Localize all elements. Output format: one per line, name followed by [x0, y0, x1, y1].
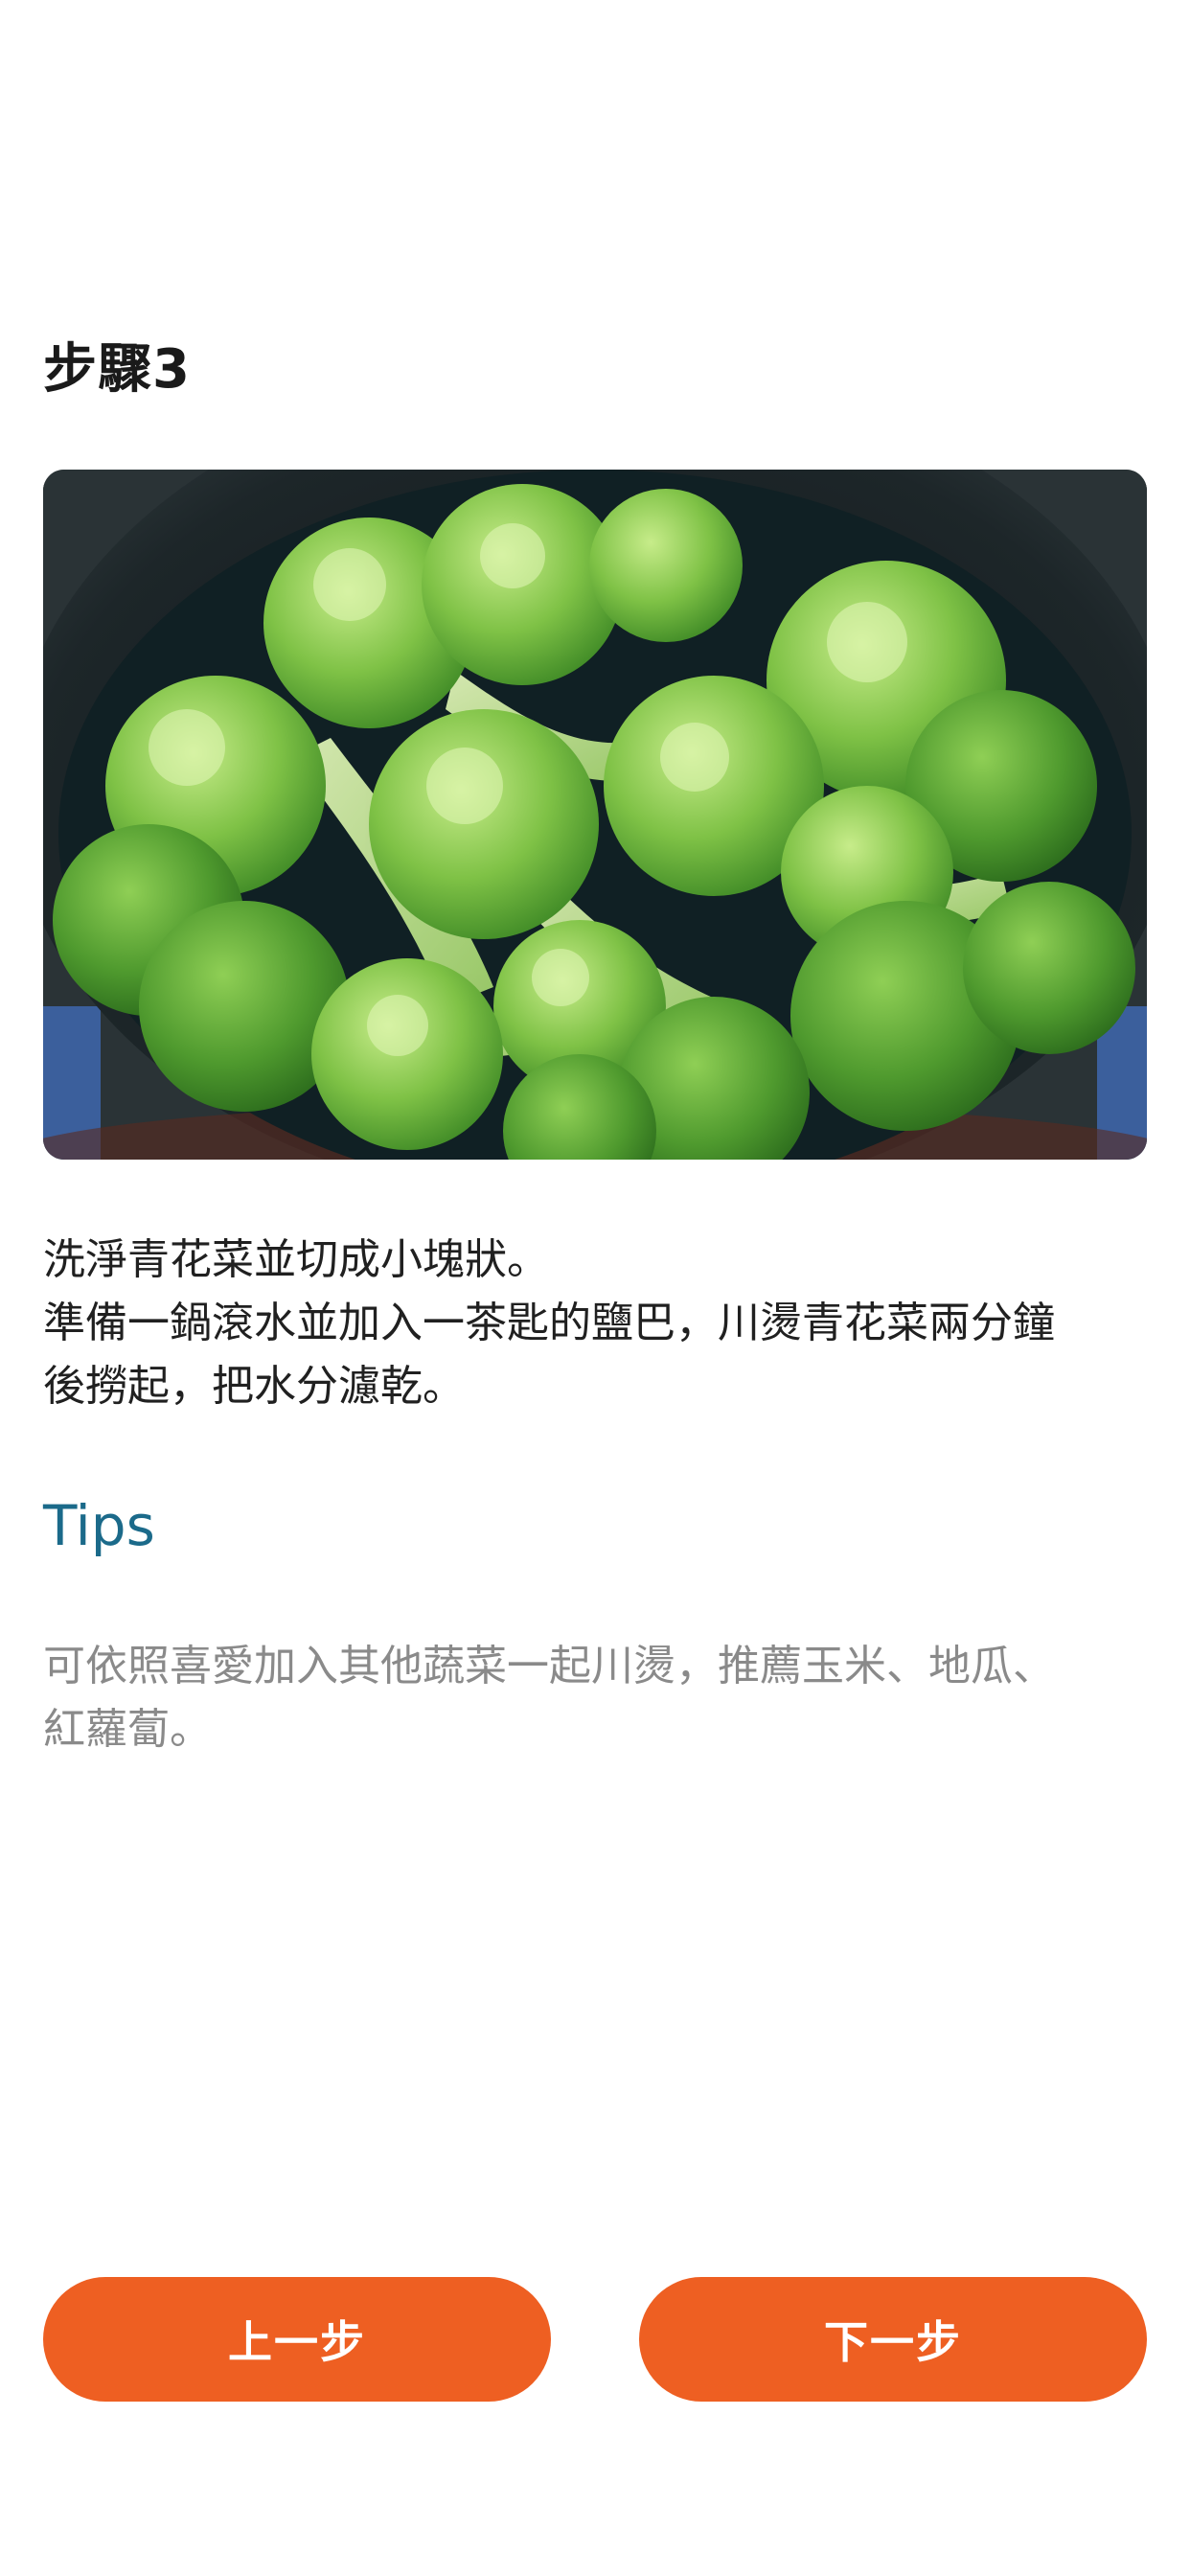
step-description: 洗淨青花菜並切成小塊狀。 準備一鍋滾水並加入一茶匙的鹽巴，川燙青花菜兩分鐘 後撈… — [43, 1229, 1155, 1418]
next-step-button[interactable]: 下一步 — [639, 2277, 1147, 2402]
step-title: 步驟3 — [43, 338, 191, 401]
description-line: 洗淨青花菜並切成小塊狀。 — [43, 1235, 549, 1284]
tips-text: 可依照喜愛加入其他蔬菜一起川燙，推薦玉米、地瓜、 紅蘿蔔。 — [43, 1635, 1155, 1761]
broccoli-in-pot-image — [43, 470, 1147, 1160]
tips-heading: Tips — [43, 1493, 155, 1558]
previous-step-button[interactable]: 上一步 — [43, 2277, 551, 2402]
description-line: 準備一鍋滾水並加入一茶匙的鹽巴，川燙青花菜兩分鐘 — [43, 1299, 1055, 1347]
description-line: 後撈起，把水分濾乾。 — [43, 1362, 465, 1411]
tips-line: 紅蘿蔔。 — [43, 1705, 212, 1754]
tips-line: 可依照喜愛加入其他蔬菜一起川燙，推薦玉米、地瓜、 — [43, 1642, 1055, 1690]
recipe-step-page: 步驟3 洗淨青花菜並切成小塊狀。 準備一鍋滾水並加入一茶匙的鹽巴，川燙青花菜兩分… — [0, 0, 1190, 2576]
